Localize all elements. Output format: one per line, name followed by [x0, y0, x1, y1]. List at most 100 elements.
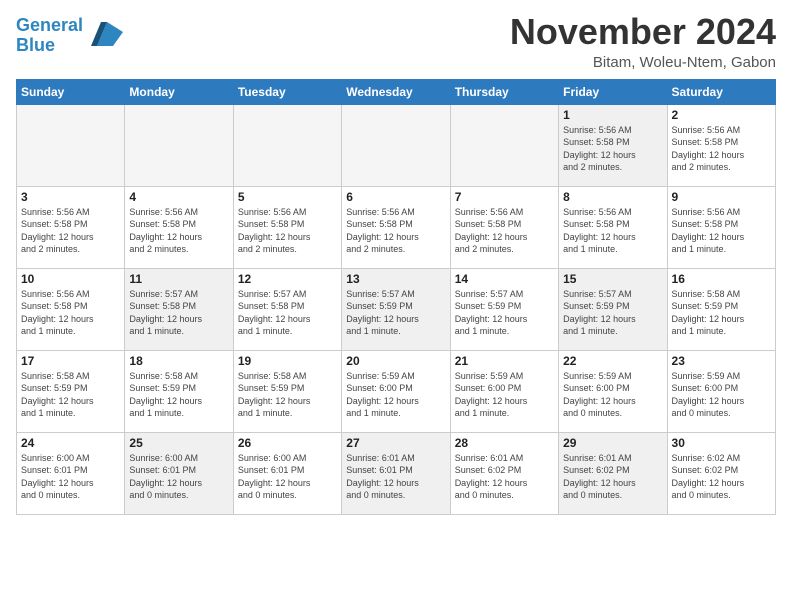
calendar-cell: 16Sunrise: 5:58 AM Sunset: 5:59 PM Dayli…	[667, 268, 775, 350]
calendar-cell: 8 Sunrise: 5:56 AM Sunset: 5:58 PM Daylig…	[559, 186, 667, 268]
calendar-week-4: 17 Sunrise: 5:58 AM Sunset: 5:59 PM Dayli…	[17, 350, 776, 432]
day-number: 27	[346, 436, 445, 450]
col-thursday: Thursday	[450, 79, 558, 104]
day-number: 7	[455, 190, 554, 204]
page: General Blue November 2024 Bitam, Woleu-…	[0, 0, 792, 612]
calendar-cell: 4 Sunrise: 5:56 AM Sunset: 5:58 PM Daylig…	[125, 186, 233, 268]
day-info: Sunrise: 5:57 AM Sunset: 5:59 PM Dayligh…	[346, 288, 445, 338]
day-info: Sunrise: 5:56 AM Sunset: 5:58 PM Dayligh…	[346, 206, 445, 256]
calendar-cell: 11 Sunrise: 5:57 AM Sunset: 5:58 PM Dayli…	[125, 268, 233, 350]
day-number: 10	[21, 272, 120, 286]
calendar-cell: 21 Sunrise: 5:59 AM Sunset: 6:00 PM Dayli…	[450, 350, 558, 432]
logo: General Blue	[16, 16, 123, 56]
calendar-cell: 14Sunrise: 5:57 AM Sunset: 5:59 PM Dayli…	[450, 268, 558, 350]
day-info: Sunrise: 5:56 AM Sunset: 5:58 PM Dayligh…	[238, 206, 337, 256]
calendar-cell: 17 Sunrise: 5:58 AM Sunset: 5:59 PM Dayli…	[17, 350, 125, 432]
day-info: Sunrise: 5:56 AM Sunset: 5:58 PM Dayligh…	[563, 124, 662, 174]
day-info: Sunrise: 5:56 AM Sunset: 5:58 PM Dayligh…	[672, 206, 771, 256]
calendar-cell: 6 Sunrise: 5:56 AM Sunset: 5:58 PM Daylig…	[342, 186, 450, 268]
day-info: Sunrise: 5:56 AM Sunset: 5:58 PM Dayligh…	[21, 288, 120, 338]
day-info: Sunrise: 5:58 AM Sunset: 5:59 PM Dayligh…	[238, 370, 337, 420]
day-number: 5	[238, 190, 337, 204]
calendar-cell	[450, 104, 558, 186]
day-number: 28	[455, 436, 554, 450]
day-number: 4	[129, 190, 228, 204]
day-info: Sunrise: 6:02 AM Sunset: 6:02 PM Dayligh…	[672, 452, 771, 502]
calendar-cell	[233, 104, 341, 186]
col-monday: Monday	[125, 79, 233, 104]
day-number: 6	[346, 190, 445, 204]
day-info: Sunrise: 5:57 AM Sunset: 5:58 PM Dayligh…	[238, 288, 337, 338]
day-info: Sunrise: 5:59 AM Sunset: 6:00 PM Dayligh…	[563, 370, 662, 420]
calendar-cell: 10 Sunrise: 5:56 AM Sunset: 5:58 PM Dayli…	[17, 268, 125, 350]
day-info: Sunrise: 6:01 AM Sunset: 6:02 PM Dayligh…	[563, 452, 662, 502]
day-info: Sunrise: 5:56 AM Sunset: 5:58 PM Dayligh…	[672, 124, 771, 174]
day-info: Sunrise: 6:00 AM Sunset: 6:01 PM Dayligh…	[238, 452, 337, 502]
day-number: 30	[672, 436, 771, 450]
calendar-cell: 28 Sunrise: 6:01 AM Sunset: 6:02 PM Dayli…	[450, 432, 558, 514]
day-number: 15	[563, 272, 662, 286]
calendar-week-2: 3 Sunrise: 5:56 AM Sunset: 5:58 PM Daylig…	[17, 186, 776, 268]
day-info: Sunrise: 5:56 AM Sunset: 5:58 PM Dayligh…	[563, 206, 662, 256]
calendar-cell: 19 Sunrise: 5:58 AM Sunset: 5:59 PM Dayli…	[233, 350, 341, 432]
calendar-cell: 15Sunrise: 5:57 AM Sunset: 5:59 PM Dayli…	[559, 268, 667, 350]
calendar-cell	[17, 104, 125, 186]
day-number: 26	[238, 436, 337, 450]
day-number: 24	[21, 436, 120, 450]
day-info: Sunrise: 5:58 AM Sunset: 5:59 PM Dayligh…	[672, 288, 771, 338]
calendar-cell: 24 Sunrise: 6:00 AM Sunset: 6:01 PM Dayli…	[17, 432, 125, 514]
calendar-cell: 1 Sunrise: 5:56 AM Sunset: 5:58 PM Daylig…	[559, 104, 667, 186]
day-number: 25	[129, 436, 228, 450]
calendar-cell	[342, 104, 450, 186]
logo-text: General Blue	[16, 16, 83, 56]
calendar-cell: 23Sunrise: 5:59 AM Sunset: 6:00 PM Dayli…	[667, 350, 775, 432]
calendar-table: Sunday Monday Tuesday Wednesday Thursday…	[16, 79, 776, 515]
col-saturday: Saturday	[667, 79, 775, 104]
day-info: Sunrise: 5:57 AM Sunset: 5:58 PM Dayligh…	[129, 288, 228, 338]
calendar-cell: 26 Sunrise: 6:00 AM Sunset: 6:01 PM Dayli…	[233, 432, 341, 514]
logo-icon	[87, 18, 123, 50]
day-info: Sunrise: 5:56 AM Sunset: 5:58 PM Dayligh…	[455, 206, 554, 256]
day-number: 20	[346, 354, 445, 368]
month-title: November 2024	[510, 12, 776, 52]
day-number: 1	[563, 108, 662, 122]
calendar-cell	[125, 104, 233, 186]
title-block: November 2024 Bitam, Woleu-Ntem, Gabon	[510, 12, 776, 71]
col-wednesday: Wednesday	[342, 79, 450, 104]
day-number: 18	[129, 354, 228, 368]
calendar-cell: 7 Sunrise: 5:56 AM Sunset: 5:58 PM Daylig…	[450, 186, 558, 268]
day-number: 8	[563, 190, 662, 204]
day-number: 21	[455, 354, 554, 368]
day-number: 19	[238, 354, 337, 368]
day-number: 12	[238, 272, 337, 286]
day-info: Sunrise: 5:58 AM Sunset: 5:59 PM Dayligh…	[21, 370, 120, 420]
day-number: 17	[21, 354, 120, 368]
calendar-cell: 29 Sunrise: 6:01 AM Sunset: 6:02 PM Dayli…	[559, 432, 667, 514]
day-number: 2	[672, 108, 771, 122]
calendar-cell: 22 Sunrise: 5:59 AM Sunset: 6:00 PM Dayli…	[559, 350, 667, 432]
calendar-header-row: Sunday Monday Tuesday Wednesday Thursday…	[17, 79, 776, 104]
day-info: Sunrise: 5:57 AM Sunset: 5:59 PM Dayligh…	[455, 288, 554, 338]
calendar-cell: 25 Sunrise: 6:00 AM Sunset: 6:01 PM Dayli…	[125, 432, 233, 514]
day-info: Sunrise: 6:01 AM Sunset: 6:02 PM Dayligh…	[455, 452, 554, 502]
day-number: 23	[672, 354, 771, 368]
day-number: 3	[21, 190, 120, 204]
calendar-cell: 5 Sunrise: 5:56 AM Sunset: 5:58 PM Daylig…	[233, 186, 341, 268]
calendar-cell: 20 Sunrise: 5:59 AM Sunset: 6:00 PM Dayli…	[342, 350, 450, 432]
calendar-cell: 13Sunrise: 5:57 AM Sunset: 5:59 PM Dayli…	[342, 268, 450, 350]
day-number: 29	[563, 436, 662, 450]
col-friday: Friday	[559, 79, 667, 104]
day-number: 11	[129, 272, 228, 286]
day-info: Sunrise: 6:00 AM Sunset: 6:01 PM Dayligh…	[129, 452, 228, 502]
day-number: 9	[672, 190, 771, 204]
calendar-cell: 12 Sunrise: 5:57 AM Sunset: 5:58 PM Dayli…	[233, 268, 341, 350]
day-info: Sunrise: 5:56 AM Sunset: 5:58 PM Dayligh…	[129, 206, 228, 256]
calendar-cell: 2 Sunrise: 5:56 AM Sunset: 5:58 PM Daylig…	[667, 104, 775, 186]
day-info: Sunrise: 5:59 AM Sunset: 6:00 PM Dayligh…	[346, 370, 445, 420]
day-info: Sunrise: 5:59 AM Sunset: 6:00 PM Dayligh…	[455, 370, 554, 420]
calendar-cell: 18Sunrise: 5:58 AM Sunset: 5:59 PM Dayli…	[125, 350, 233, 432]
calendar-week-3: 10 Sunrise: 5:56 AM Sunset: 5:58 PM Dayli…	[17, 268, 776, 350]
day-info: Sunrise: 6:00 AM Sunset: 6:01 PM Dayligh…	[21, 452, 120, 502]
calendar-cell: 30 Sunrise: 6:02 AM Sunset: 6:02 PM Dayli…	[667, 432, 775, 514]
day-number: 22	[563, 354, 662, 368]
